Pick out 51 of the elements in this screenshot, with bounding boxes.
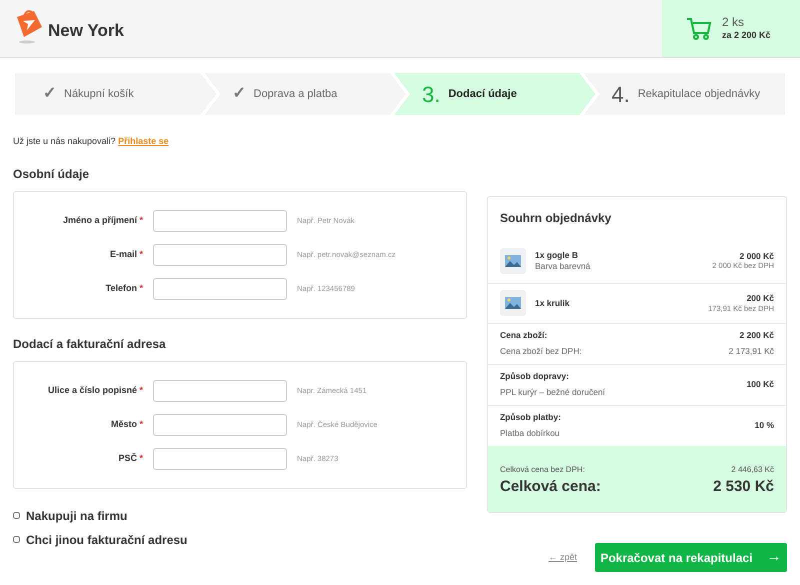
summary-row-value: 10 %	[754, 419, 774, 432]
summary-row-subtitle: PPL kurýr – bežné doručení	[500, 386, 606, 399]
summary-row-title: Cena zboží:	[500, 329, 548, 342]
checkbox[interactable]	[13, 536, 20, 543]
shop-name: New York	[48, 20, 124, 42]
input-field[interactable]	[153, 244, 287, 266]
summary-title: Souhrn objednávky	[498, 210, 612, 226]
summary-row-subvalue: 2 173,91 Kč	[728, 345, 774, 358]
field-label: Jméno a příjmení *	[62, 214, 143, 227]
cart-count: 2 ks	[722, 15, 746, 30]
item-name: 1x gogle B	[534, 250, 579, 260]
section-title: Osobní údaje	[13, 166, 90, 182]
item-variant: Barva barevná	[534, 260, 592, 272]
continue-button[interactable]: Pokračovat na rekapitulaci →	[595, 543, 787, 572]
cart-panel[interactable]: 2 ks za 2 200 Kč	[662, 0, 800, 57]
input-field[interactable]	[153, 414, 287, 436]
item-price: 2 000 Kč	[740, 250, 774, 262]
item-name: 1x krulik	[534, 298, 570, 308]
summary-row-value: 100 Kč	[746, 378, 774, 391]
field-label: Ulice a číslo popisné *	[46, 384, 143, 397]
summary-row-subtitle: Platba dobírkou	[500, 427, 561, 440]
total-price: 2 530 Kč	[713, 476, 774, 496]
section-title: Dodací a fakturační adresa	[13, 336, 167, 352]
checkout-step[interactable]: 3. Dodací údaje	[394, 73, 596, 115]
field-label: Město *	[110, 418, 143, 431]
checkbox-label: Chci jinou fakturační adresu	[26, 532, 188, 548]
input-field[interactable]	[153, 380, 287, 402]
input-field[interactable]	[153, 448, 287, 470]
input-field[interactable]	[153, 278, 287, 300]
checkout-step[interactable]: ✓ Nákupní košík	[15, 73, 216, 115]
checkout-step[interactable]: ✓ Doprava a platba	[204, 73, 406, 115]
summary-row-title: Způsob dopravy:	[500, 370, 570, 383]
input-field[interactable]	[153, 210, 287, 232]
field-label: Telefon *	[104, 282, 143, 295]
checkout-step[interactable]: 4. Rekapitulace objednávky	[584, 73, 785, 115]
summary-row-value: 2 200 Kč	[740, 329, 774, 342]
field-label: PSČ *	[117, 452, 143, 465]
summary-row-title: Způsob platby:	[500, 411, 562, 424]
back-link[interactable]: ← zpět	[548, 550, 577, 564]
checkbox-label: Nakupuji na firmu	[26, 508, 128, 524]
login-prompt: Už jste u nás nakupovali?	[13, 136, 116, 146]
total-ex-vat: 2 446,63 Kč	[731, 464, 774, 476]
field-label: E-mail *	[108, 248, 143, 261]
total-label: Celková cena:	[500, 476, 601, 496]
checkbox[interactable]	[13, 512, 20, 519]
summary-row-subtitle: Cena zboží bez DPH:	[500, 345, 583, 358]
total-ex-vat-label: Celková cena bez DPH:	[500, 464, 585, 476]
cart-total: za 2 200 Kč	[722, 30, 771, 42]
shopping-bag-logo-icon	[14, 7, 44, 45]
cart-icon	[686, 16, 712, 40]
item-price: 200 Kč	[746, 293, 774, 304]
